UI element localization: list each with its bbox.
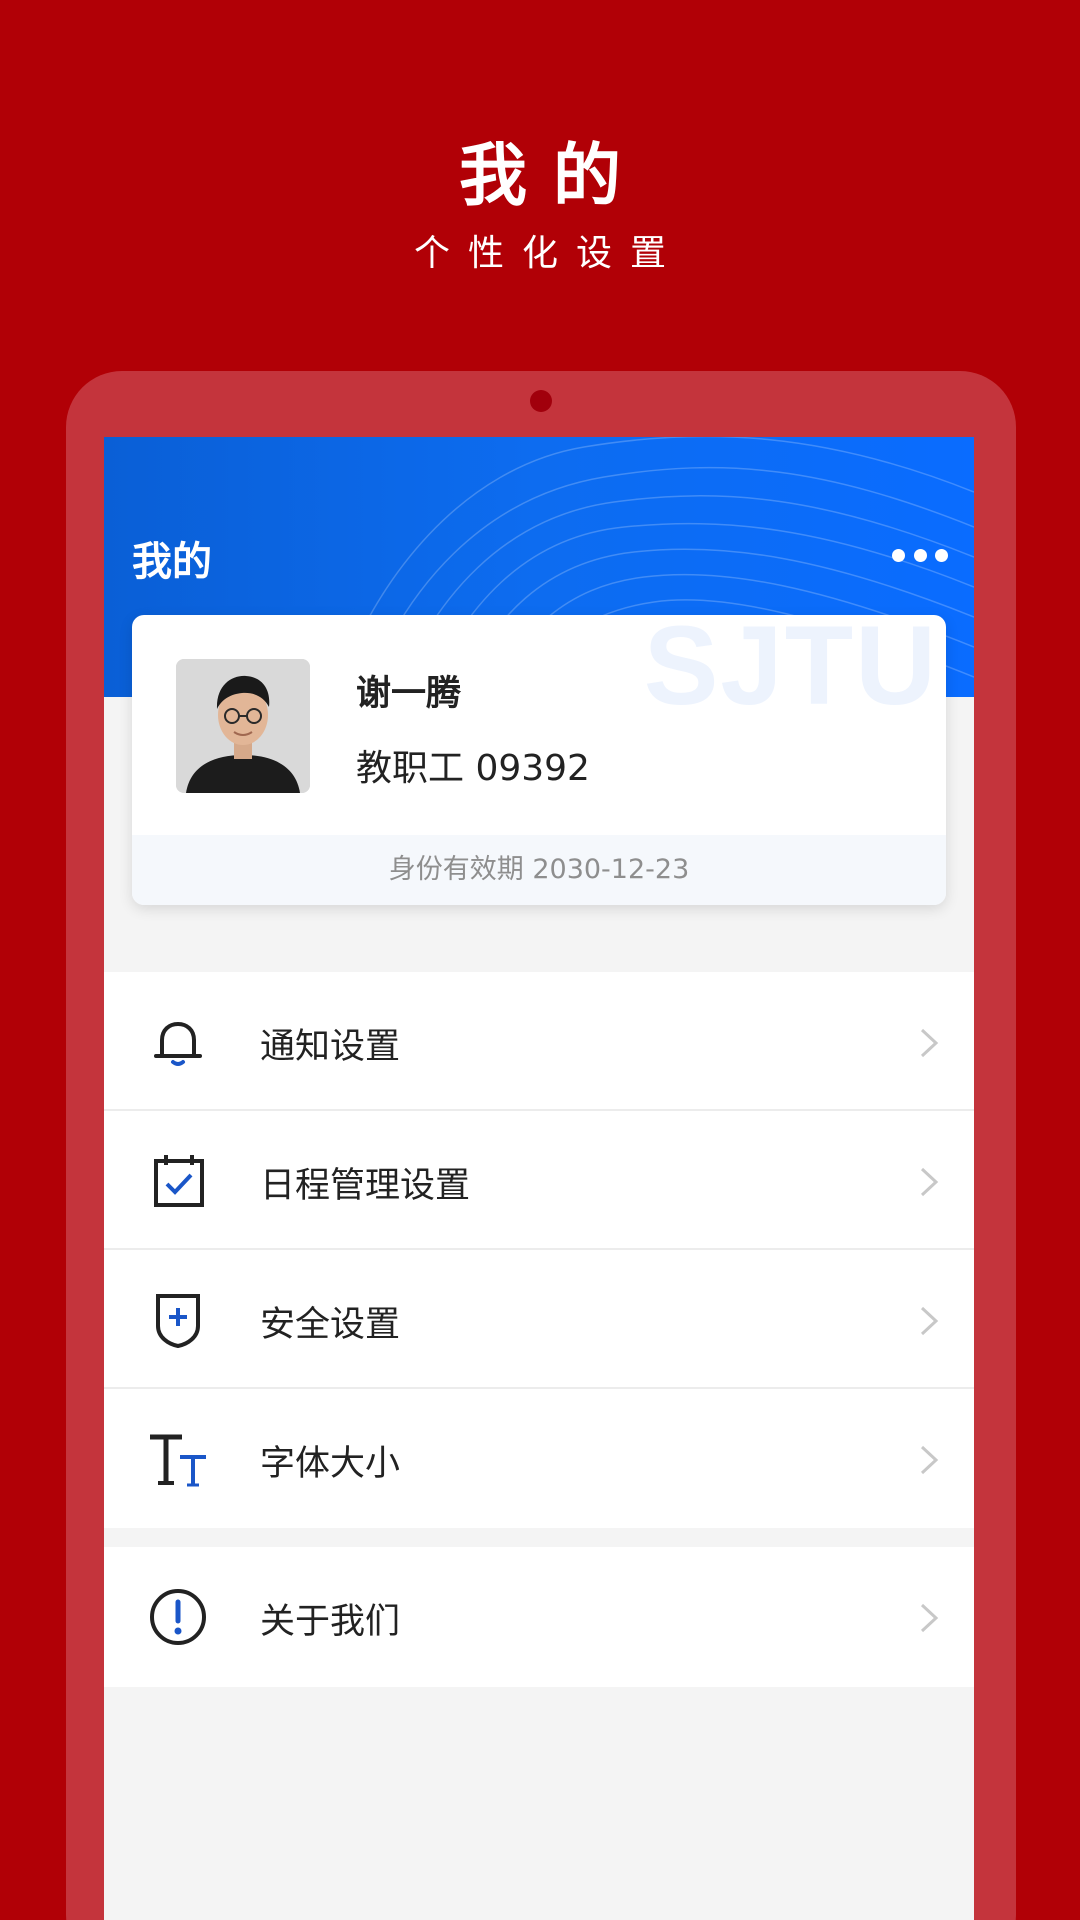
avatar	[176, 659, 310, 793]
bell-icon	[154, 1021, 202, 1066]
menu-item-font-size[interactable]: 字体大小	[104, 1389, 974, 1528]
promo-subtitle: 个性化设置	[413, 233, 684, 274]
settings-menu: 通知设置 日程管理设置 安全设置 字体大小	[104, 972, 974, 1528]
tablet-frame: 我的 SJTU 谢一腾 教职工 09392 身份有效期 2030-12-23 通…	[66, 371, 1016, 1920]
profile-card[interactable]: SJTU 谢一腾 教职工 09392 身份有效期 2030-12-23	[132, 615, 946, 905]
calendar-check-icon	[154, 1155, 204, 1207]
camera-dot	[530, 390, 552, 412]
chevron-right-icon	[920, 1445, 939, 1475]
more-dot	[935, 548, 948, 562]
menu-item-about-us[interactable]: 关于我们	[104, 1547, 974, 1687]
chevron-right-icon	[920, 1603, 939, 1633]
more-options-button[interactable]	[892, 543, 948, 567]
chevron-right-icon	[920, 1028, 939, 1058]
more-horizontal-icon	[892, 548, 905, 562]
menu-item-notification-settings[interactable]: 通知设置	[104, 972, 974, 1111]
info-exclamation-icon	[150, 1589, 206, 1645]
shield-plus-icon	[156, 1294, 200, 1349]
menu-item-label: 安全设置	[260, 1305, 401, 1345]
promo-title: 我的	[458, 137, 647, 216]
user-role-id: 教职工 09392	[356, 748, 590, 789]
app-screen: 我的 SJTU 谢一腾 教职工 09392 身份有效期 2030-12-23 通…	[104, 437, 974, 1920]
header-title: 我的	[132, 539, 212, 585]
menu-item-label: 字体大小	[260, 1444, 401, 1484]
font-size-icon	[150, 1434, 206, 1487]
more-dot	[913, 548, 927, 562]
menu-item-label: 关于我们	[260, 1602, 401, 1642]
sjtu-watermark: SJTU	[643, 615, 938, 728]
menu-item-label: 日程管理设置	[260, 1166, 471, 1206]
menu-item-security-settings[interactable]: 安全设置	[104, 1250, 974, 1389]
about-menu: 关于我们	[104, 1547, 974, 1687]
chevron-right-icon	[920, 1306, 939, 1336]
menu-item-label: 通知设置	[260, 1027, 401, 1067]
chevron-right-icon	[920, 1167, 939, 1197]
identity-validity: 身份有效期 2030-12-23	[132, 835, 946, 905]
user-name: 谢一腾	[356, 674, 462, 714]
menu-item-schedule-settings[interactable]: 日程管理设置	[104, 1111, 974, 1250]
